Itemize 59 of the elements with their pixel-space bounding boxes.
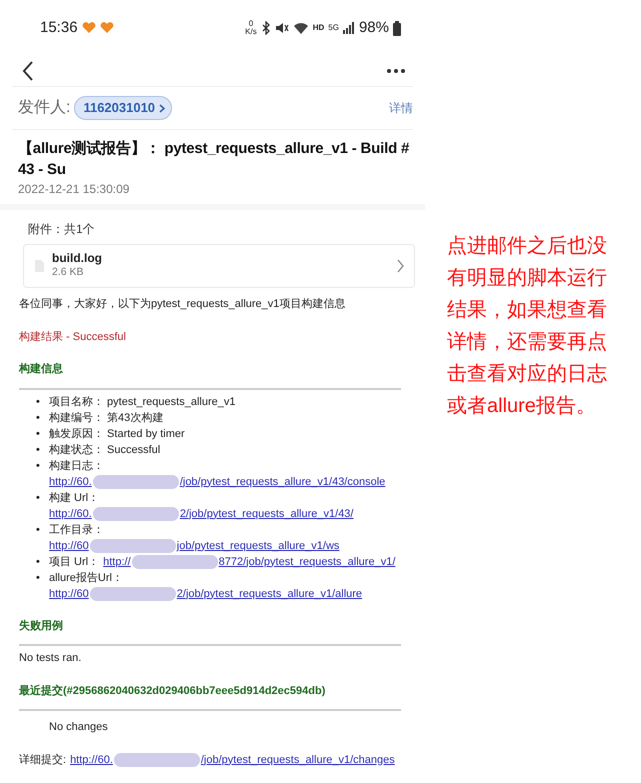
url-link[interactable]: http://60 job/pytest_requests_allure_v1/ws xyxy=(49,540,340,552)
bullet: • xyxy=(36,458,41,474)
info-label: 构建日志： xyxy=(49,460,104,472)
build-result: 构建结果 - Successful xyxy=(19,330,127,344)
info-item: 构建编号： 第43次构建 xyxy=(49,412,164,424)
file-size: 2.6 KB xyxy=(52,265,85,280)
net-speed-value: 0 xyxy=(248,20,254,28)
back-icon[interactable] xyxy=(22,61,34,81)
details-link[interactable]: 详情 xyxy=(389,99,413,117)
more-icon[interactable] xyxy=(387,69,405,73)
greeting-text: 各位同事，大家好，以下为pytest_requests_allure_v1项目构建信息 xyxy=(19,296,346,312)
bullet: • xyxy=(36,410,41,426)
bluetooth-icon xyxy=(260,21,271,35)
bullet: • xyxy=(36,442,41,458)
hd-label: HD xyxy=(312,24,324,32)
info-item: 项目名称： pytest_requests_allure_v1 xyxy=(49,396,236,408)
bullet: • xyxy=(36,394,41,410)
bullet: • xyxy=(36,490,41,506)
annotation-text: 点进邮件之后也没有明显的脚本运行结果，如果想查看详情，还需要再点击查看对应的日志或者allure报告。 xyxy=(447,234,608,419)
bullet: • xyxy=(36,554,41,570)
network-label: 5G xyxy=(328,24,339,32)
signal-icon xyxy=(342,22,355,34)
heart-icon xyxy=(100,22,114,34)
section-heading: 构建信息 xyxy=(19,362,64,377)
section-heading: 最近提交(#2956862040632d029406bb7eee5d914d2ec594db) xyxy=(19,684,326,698)
battery-level: 98% xyxy=(358,18,389,38)
wifi-icon xyxy=(292,21,309,35)
attachments-label: 附件：共1个 xyxy=(27,221,96,238)
url-link[interactable]: http:// 8772/job/pytest_requests_allure_v1/ xyxy=(103,556,396,568)
chevron-icon xyxy=(397,259,404,273)
bullet: • xyxy=(36,570,41,586)
url-link[interactable]: http://60 2/job/pytest_requests_allure_v1/allure xyxy=(49,588,362,600)
no-tests-text: No tests ran. xyxy=(19,651,82,666)
bullet: • xyxy=(36,426,41,442)
info-label: 项目 Url： xyxy=(49,556,100,568)
bullet: • xyxy=(36,522,41,538)
detail-label: 详细提交: xyxy=(19,754,66,766)
net-speed-unit: K/s xyxy=(245,28,257,36)
clock-time: 15:36 xyxy=(40,18,78,38)
section-heading: 失败用例 xyxy=(19,618,64,634)
no-changes-text: No changes xyxy=(48,720,109,735)
info-label: 构建 Url： xyxy=(49,492,100,504)
url-link[interactable]: http://60. 2/job/pytest_requests_allure_v1/43/ xyxy=(49,508,354,520)
mute-icon xyxy=(274,21,289,35)
battery-icon xyxy=(393,20,401,36)
info-item: 构建状态： Successful xyxy=(49,444,160,456)
file-name: build.log xyxy=(52,250,102,266)
info-item: 触发原因： Started by timer xyxy=(49,428,185,440)
email-subject: 【allure测试报告】： pytest_requests_allure_v1 - Build # 43 - Su xyxy=(17,139,410,180)
url-link[interactable]: http://60. /job/pytest_requests_allure_v1/43/console xyxy=(49,476,386,488)
url-link[interactable]: http://60. /job/pytest_requests_allure_v1/changes xyxy=(70,754,395,766)
chevron-icon xyxy=(159,104,166,112)
heart-icon xyxy=(82,22,96,34)
attachment-card[interactable]: build.log 2.6 KB xyxy=(23,244,415,288)
sender-label: 发件人: xyxy=(18,98,70,118)
info-label: allure报告Url： xyxy=(49,572,123,584)
info-label: 工作目录： xyxy=(49,524,104,536)
sender-chip[interactable]: 1162031010 xyxy=(74,96,172,120)
email-date: 2022-12-21 15:30:09 xyxy=(17,181,130,198)
